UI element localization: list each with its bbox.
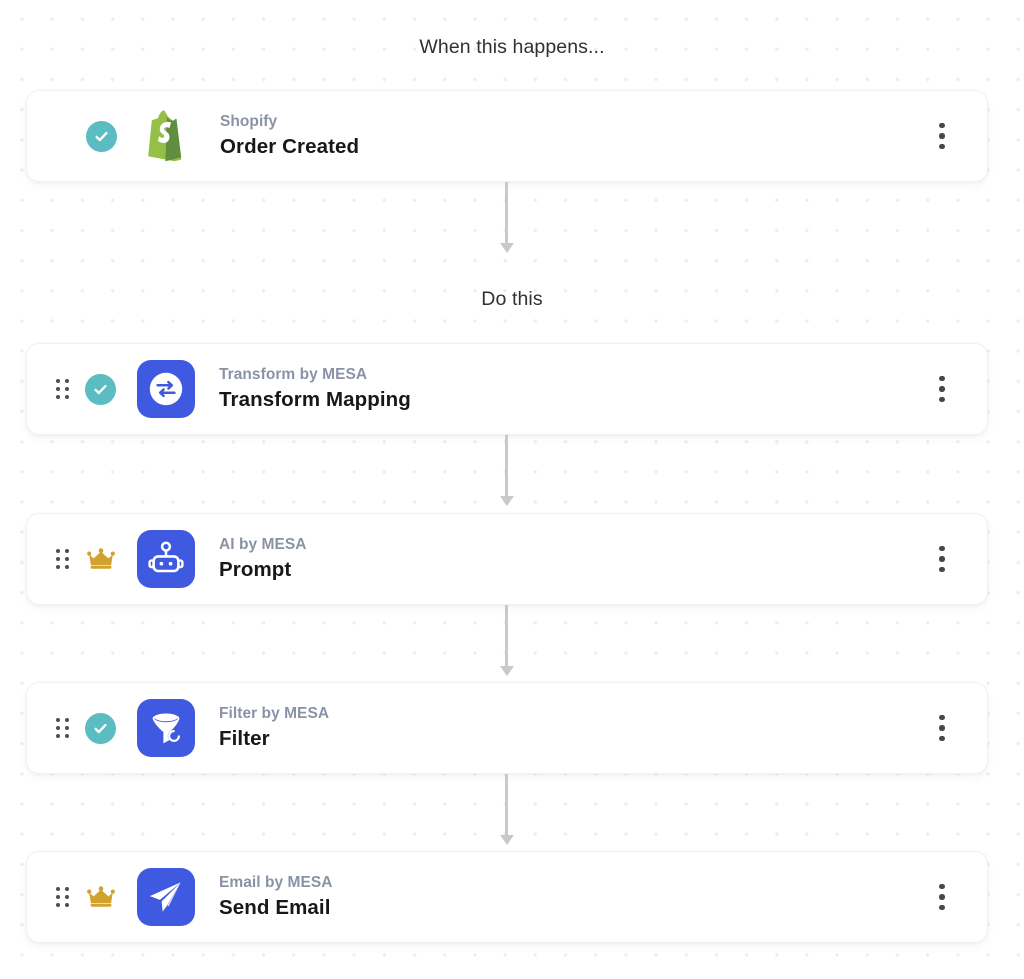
workflow-canvas: When this happens... Shopify Order Creat…	[0, 0, 1024, 979]
kebab-menu-icon[interactable]	[929, 372, 955, 406]
drag-handle-icon[interactable]	[56, 886, 70, 908]
action-section-heading: Do this	[481, 288, 543, 310]
crown-icon	[85, 882, 116, 913]
workflow-step-card-action-transform[interactable]: Transform by MESA Transform Mapping	[26, 343, 988, 435]
trigger-section-heading: When this happens...	[419, 36, 605, 58]
step-text-block: Email by MESA Send Email	[219, 873, 929, 921]
step-text-block: Filter by MESA Filter	[219, 704, 929, 752]
app-name-label: Filter by MESA	[219, 705, 330, 723]
robot-head-icon	[137, 530, 195, 588]
step-name-label: Transform Mapping	[219, 387, 411, 411]
funnel-icon	[137, 699, 195, 757]
step-name-label: Order Created	[220, 134, 360, 158]
step-name-label: Prompt	[219, 557, 292, 581]
kebab-menu-icon[interactable]	[929, 880, 955, 914]
kebab-menu-icon[interactable]	[929, 542, 955, 576]
transform-arrows-icon	[137, 360, 195, 418]
step-text-block: AI by MESA Prompt	[219, 535, 929, 583]
check-circle-icon	[85, 712, 116, 744]
connector-arrow	[499, 605, 515, 677]
app-name-label: AI by MESA	[219, 536, 307, 554]
kebab-menu-icon[interactable]	[929, 119, 955, 153]
check-circle-icon	[85, 373, 116, 405]
step-name-label: Filter	[219, 726, 270, 750]
app-name-label: Shopify	[220, 113, 278, 131]
step-name-label: Send Email	[219, 895, 331, 919]
drag-handle-icon[interactable]	[56, 548, 70, 570]
crown-icon	[85, 544, 116, 575]
app-name-label: Email by MESA	[219, 874, 333, 892]
workflow-step-card-action-ai[interactable]: AI by MESA Prompt	[26, 513, 988, 605]
workflow-step-card-action-email[interactable]: Email by MESA Send Email	[26, 851, 988, 943]
app-name-label: Transform by MESA	[219, 366, 368, 384]
shopify-bag-icon	[138, 107, 196, 165]
check-circle-icon	[86, 120, 117, 152]
paper-plane-icon	[137, 868, 195, 926]
kebab-menu-icon[interactable]	[929, 711, 955, 745]
connector-arrow	[499, 774, 515, 846]
workflow-step-card-action-filter[interactable]: Filter by MESA Filter	[26, 682, 988, 774]
workflow-step-card-trigger-shopify[interactable]: Shopify Order Created	[26, 90, 988, 182]
drag-handle-icon[interactable]	[56, 717, 70, 739]
step-text-block: Shopify Order Created	[220, 112, 929, 160]
connector-arrow	[499, 435, 515, 507]
connector-arrow	[499, 182, 515, 254]
step-text-block: Transform by MESA Transform Mapping	[219, 365, 929, 413]
drag-handle-icon[interactable]	[56, 378, 70, 400]
